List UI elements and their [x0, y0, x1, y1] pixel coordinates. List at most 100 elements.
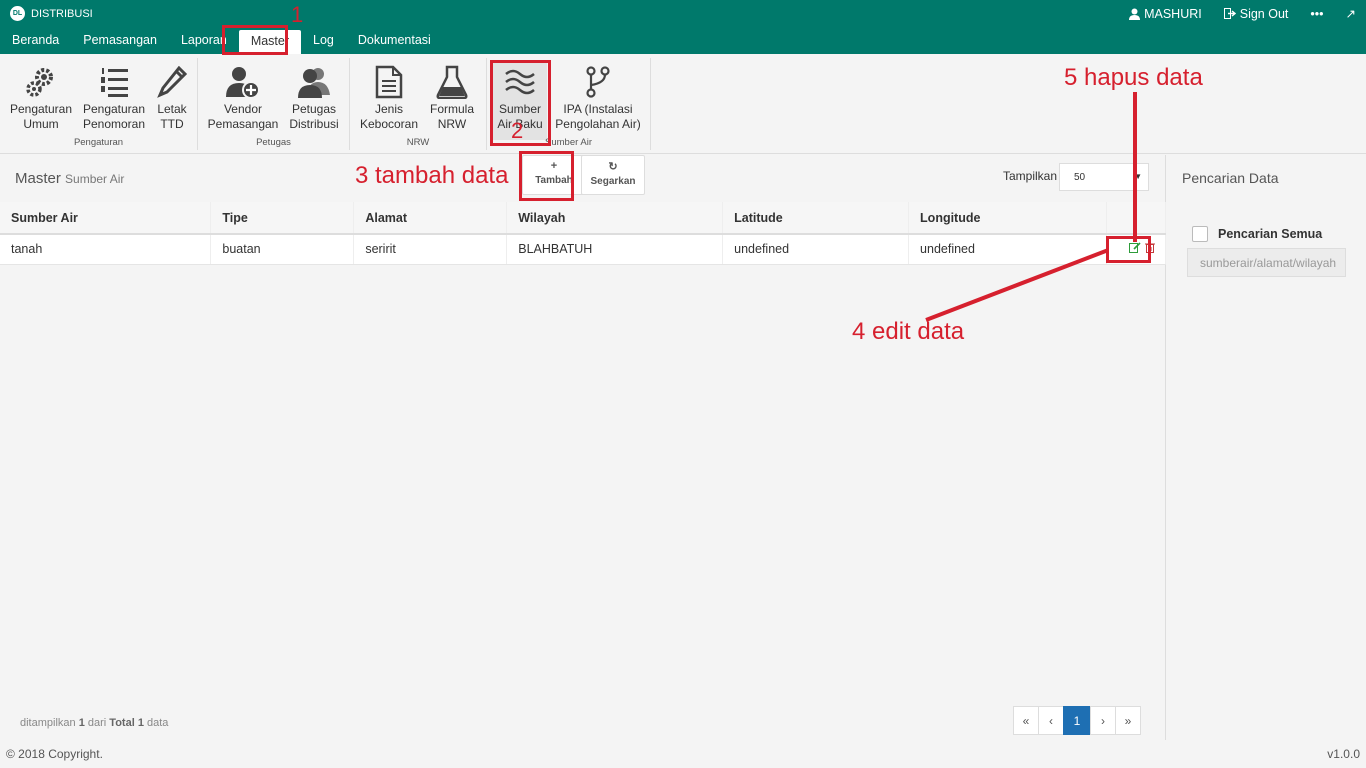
records-total: 1 [137, 717, 144, 729]
ribbon-group-nrw: Jenis Kebocoran Formula NRW NRW [350, 58, 487, 150]
page-title-sub: Sumber Air [65, 172, 125, 186]
ribbon-jenis-kebocoran[interactable]: Jenis Kebocoran [358, 62, 420, 132]
sign-out-button[interactable]: Sign Out [1223, 6, 1289, 21]
search-all-label: Pencarian Semua [1218, 227, 1323, 241]
search-panel: Pencarian Data Pencarian Semua sumberair… [1167, 155, 1366, 740]
table-header-row: Sumber Air Tipe Alamat Wilayah Latitude … [0, 202, 1167, 235]
ribbon-petugas-distribusi[interactable]: Petugas Distribusi [286, 62, 342, 132]
ribbon-letak-ttd[interactable]: Letak TTD [152, 62, 192, 132]
col-tipe[interactable]: Tipe [210, 202, 355, 235]
annotation-step-2: 2 [511, 118, 524, 143]
annotation-step-5: 5 hapus data [1064, 64, 1203, 91]
document-icon [358, 62, 420, 102]
ribbon-formula-nrw[interactable]: Formula NRW [426, 62, 478, 132]
annotation-box-actions [1106, 236, 1151, 263]
table-row[interactable]: tanah buatan seririt BLAHBATUH undefined… [0, 234, 1167, 265]
annotation-step-3: 3 tambah data [355, 162, 509, 189]
ribbon-pengaturan-umum[interactable]: Pengaturan Umum [8, 62, 74, 132]
show-label: Tampilkan [1002, 169, 1057, 183]
external-link-icon[interactable]: ↗ [1346, 6, 1356, 21]
menu-log[interactable]: Log [301, 28, 346, 54]
cell-tipe: buatan [210, 234, 355, 265]
ribbon-label-line2: NRW [437, 117, 467, 131]
records-total-label: Total [109, 717, 135, 729]
ribbon-label-line2: TTD [160, 117, 184, 131]
search-all-checkbox[interactable] [1192, 226, 1208, 242]
cell-sumber-air: tanah [0, 234, 212, 265]
ribbon-label-line1: Vendor [223, 102, 263, 116]
menu-beranda[interactable]: Beranda [0, 28, 71, 54]
records-shown: 1 [78, 717, 85, 729]
records-info: ditampilkan 1 dari Total 1 data [20, 717, 168, 729]
ribbon-label-line1: Jenis [374, 102, 403, 116]
page-last-button[interactable]: » [1115, 706, 1141, 735]
ribbon-label-line2: Penomoran [82, 117, 146, 131]
refresh-button[interactable]: ↻ Segarkan [581, 155, 645, 195]
ribbon-group-label: Pengaturan [73, 137, 124, 148]
ribbon-group-label: NRW [406, 137, 430, 148]
more-menu-icon[interactable]: ••• [1310, 7, 1323, 21]
ribbon-label-line2: Pemasangan [207, 117, 279, 131]
records-info-suffix: data [147, 717, 169, 729]
gears-icon [8, 62, 74, 102]
user-menu[interactable]: MASHURI [1129, 7, 1202, 21]
search-panel-title: Pencarian Data [1182, 170, 1279, 186]
brand[interactable]: DL DISTRIBUSI [10, 6, 93, 21]
data-table: Sumber Air Tipe Alamat Wilayah Latitude … [0, 202, 1167, 265]
col-longitude[interactable]: Longitude [908, 202, 1107, 235]
page-current-button[interactable]: 1 [1063, 706, 1091, 735]
ribbon-label-line2: Kebocoran [359, 117, 419, 131]
ribbon-ipa[interactable]: IPA (Instalasi Pengolahan Air) [553, 62, 643, 132]
col-wilayah[interactable]: Wilayah [506, 202, 724, 235]
ribbon-label-line1: Petugas [291, 102, 337, 116]
user-icon [1129, 8, 1141, 20]
numbered-list-icon [80, 62, 148, 102]
ribbon-vendor-pemasangan[interactable]: Vendor Pemasangan [206, 62, 280, 132]
ribbon-label-line1: Letak [157, 102, 187, 116]
annotation-step-1: 1 [291, 2, 304, 27]
col-alamat[interactable]: Alamat [353, 202, 508, 235]
top-right-nav: MASHURI Sign Out ••• ↗ [1129, 6, 1356, 21]
cell-wilayah: BLAHBATUH [506, 234, 724, 265]
version-text: v1.0.0 [1327, 747, 1360, 761]
ribbon-group-petugas: Vendor Pemasangan Petugas Distribusi Pet… [198, 58, 350, 150]
ribbon-pengaturan-penomoran[interactable]: Pengaturan Penomoran [80, 62, 148, 132]
ribbon-label-line2: Pengolahan Air) [555, 117, 641, 131]
search-all-toggle[interactable]: Pencarian Semua [1192, 226, 1322, 242]
col-sumber-air[interactable]: Sumber Air [0, 202, 212, 235]
page-next-button[interactable]: › [1090, 706, 1116, 735]
users-icon [286, 62, 342, 102]
ribbon-label-line1: Pengaturan [9, 102, 73, 116]
menu-dokumentasi[interactable]: Dokumentasi [346, 28, 443, 54]
menu-pemasangan[interactable]: Pemasangan [71, 28, 169, 54]
sign-out-label: Sign Out [1239, 6, 1289, 21]
search-input[interactable]: sumberair/alamat/wilayah [1187, 248, 1346, 277]
annotation-box-master [222, 25, 288, 55]
records-info-prefix: ditampilkan [20, 717, 76, 729]
page-title-main: Master [15, 170, 61, 187]
refresh-button-label: Segarkan [590, 176, 636, 187]
ribbon-group-pengaturan: Pengaturan Umum Pengaturan Penomoran Let… [0, 58, 198, 150]
page-size-value: 50 [1074, 172, 1086, 183]
refresh-icon: ↻ [608, 161, 618, 173]
col-latitude[interactable]: Latitude [722, 202, 910, 235]
annotation-step-4: 4 edit data [852, 318, 965, 345]
main-panel: Master Sumber Air + Tambah ↻ Segarkan Ta… [0, 155, 1167, 740]
annotation-arrow-delete [1133, 92, 1137, 242]
flask-icon [426, 62, 478, 102]
ribbon-label-line1: Pengaturan [82, 102, 146, 116]
copyright-text: © 2018 Copyright. [6, 747, 103, 761]
page-prev-button[interactable]: ‹ [1038, 706, 1064, 735]
sign-out-icon [1223, 8, 1236, 19]
cell-latitude: undefined [722, 234, 910, 265]
app-name: DISTRIBUSI [31, 7, 93, 20]
user-name: MASHURI [1144, 6, 1202, 21]
records-info-middle: dari [87, 717, 107, 729]
ribbon-label-line2: Umum [23, 117, 59, 131]
app-logo-icon: DL [10, 6, 25, 21]
page-title: Master Sumber Air [15, 170, 124, 187]
page-first-button[interactable]: « [1013, 706, 1039, 735]
ribbon-group-label: Petugas [256, 137, 291, 148]
pencil-icon [152, 62, 192, 102]
ribbon-label-line2: Distribusi [289, 117, 339, 131]
